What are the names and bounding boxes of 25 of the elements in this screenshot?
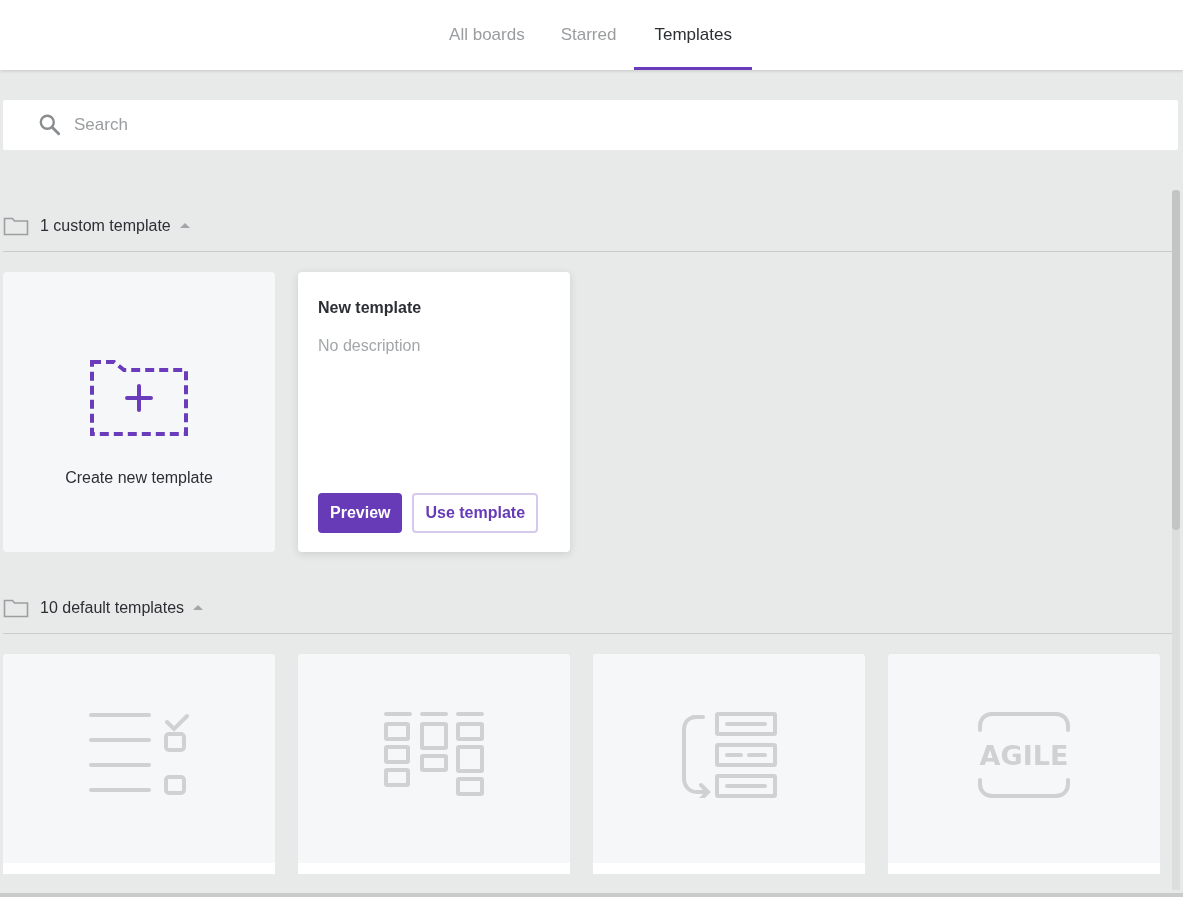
preview-button[interactable]: Preview <box>318 493 403 533</box>
scrollbar[interactable] <box>1172 190 1180 890</box>
folder-icon <box>3 597 29 618</box>
tab[interactable]: Templates <box>634 0 752 70</box>
scrollbar-thumb[interactable] <box>1172 190 1180 530</box>
default-template-card[interactable] <box>3 654 275 874</box>
card-label: Create new template <box>65 468 213 488</box>
grid-icon <box>384 711 484 798</box>
section-toggle[interactable]: 10 default templates <box>40 595 205 620</box>
use-template-button[interactable]: Use template <box>412 493 539 533</box>
folder-plus-icon <box>90 360 188 438</box>
search-field[interactable]: Search <box>3 100 1178 150</box>
section-toggle[interactable]: 1 custom template <box>40 213 191 238</box>
default-template-card[interactable] <box>593 654 865 874</box>
template-description: No description <box>318 336 422 356</box>
template-title: New template <box>318 298 423 318</box>
caret-icon <box>178 221 191 230</box>
folder-icon <box>3 215 29 236</box>
default-template-card[interactable] <box>298 654 570 874</box>
caret-icon <box>192 603 205 612</box>
flow-icon <box>679 711 779 798</box>
checklist-icon <box>88 711 190 798</box>
create-template-card[interactable]: Create new template <box>3 272 275 552</box>
template-card[interactable]: New template No description Preview Use template <box>298 272 570 552</box>
search-icon <box>37 112 63 138</box>
